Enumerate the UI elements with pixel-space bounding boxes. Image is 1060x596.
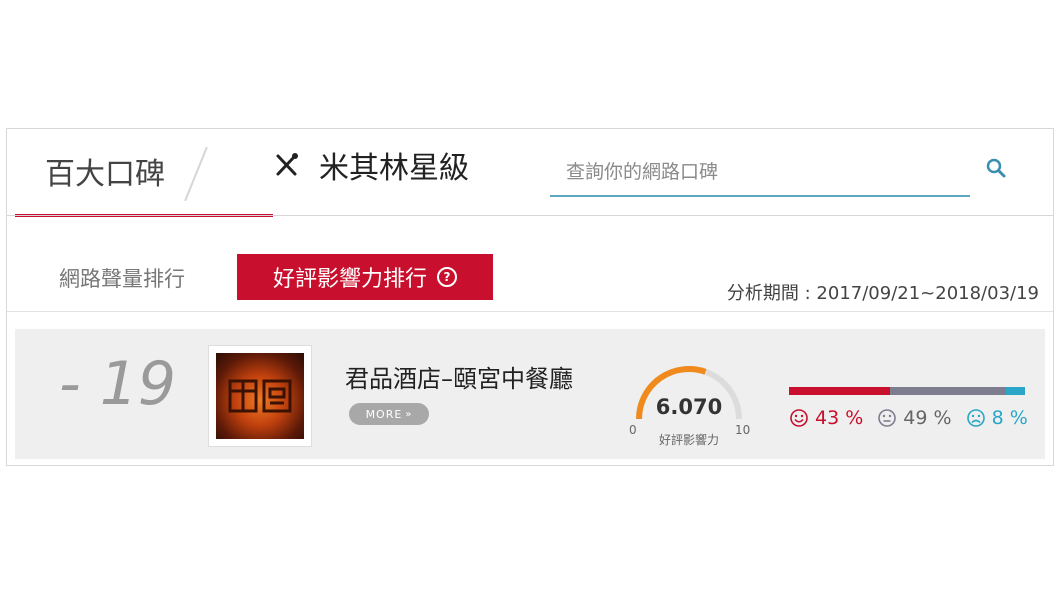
sentiment-negative-percent: 8 %: [991, 407, 1028, 429]
gauge-score: 6.070: [655, 395, 723, 419]
help-icon[interactable]: ?: [437, 267, 457, 287]
tab-top-reputation-label: 百大口碑: [45, 157, 165, 192]
sentiment-positive: 43 %: [789, 407, 863, 429]
table-row[interactable]: - 19 君品酒店–頤宮中餐廳 MORE » 6.070 0 10 好評影響力 …: [15, 329, 1045, 459]
search-icon[interactable]: [985, 157, 1007, 179]
sentiment-negative: 8 %: [966, 407, 1028, 429]
more-button[interactable]: MORE »: [349, 403, 429, 425]
sentiment-bar-neutral: [890, 387, 1007, 395]
tab-influence-ranking-label: 好評影響力排行: [272, 267, 427, 292]
analysis-period: 分析期間 : 2017/09/21~2018/03/19: [726, 283, 1039, 304]
search-box: [550, 151, 970, 197]
tab-influence-ranking[interactable]: 好評影響力排行 ?: [237, 254, 493, 300]
sentiment-neutral: 49 %: [877, 407, 952, 429]
sentiment-breakdown: 43 % 49 % 8 %: [789, 407, 1042, 429]
subtab-divider: [7, 311, 1053, 312]
ranking-card: 百大口碑 米其林星級 網路聲量排行 好評影響力排行 ? 分析期間 : 2017/…: [6, 128, 1054, 466]
sad-face-icon: [966, 409, 985, 427]
tab-top-reputation[interactable]: 百大口碑: [15, 129, 273, 217]
gauge-label: 好評影響力: [658, 433, 719, 447]
sentiment-neutral-percent: 49 %: [903, 407, 952, 429]
sentiment-bar-negative: [1006, 387, 1025, 395]
restaurant-logo-mark: [228, 379, 292, 413]
restaurant-image: [216, 353, 304, 439]
tab-top-michelin-label: 米其林星級: [319, 151, 469, 186]
restaurant-name[interactable]: 君品酒店–頤宮中餐廳: [345, 359, 573, 394]
happy-face-icon: [790, 409, 808, 427]
restaurant-thumbnail[interactable]: [208, 345, 312, 447]
header-divider: [7, 215, 1053, 216]
influence-gauge: 6.070 0 10 好評影響力: [623, 357, 755, 449]
tab-volume-ranking[interactable]: 網路聲量排行: [59, 263, 185, 293]
search-input[interactable]: [550, 151, 948, 193]
rank-number: - 19: [59, 349, 177, 419]
more-button-label: MORE: [365, 407, 403, 421]
neutral-face-icon: [878, 409, 897, 427]
fork-knife-icon: [276, 153, 298, 176]
tab-top-michelin[interactable]: 米其林星級: [273, 145, 469, 186]
sentiment-positive-percent: 43 %: [815, 407, 864, 429]
sentiment-bar: [789, 387, 1025, 395]
double-chevron-icon: »: [405, 408, 413, 420]
sentiment-bar-positive: [789, 387, 891, 395]
